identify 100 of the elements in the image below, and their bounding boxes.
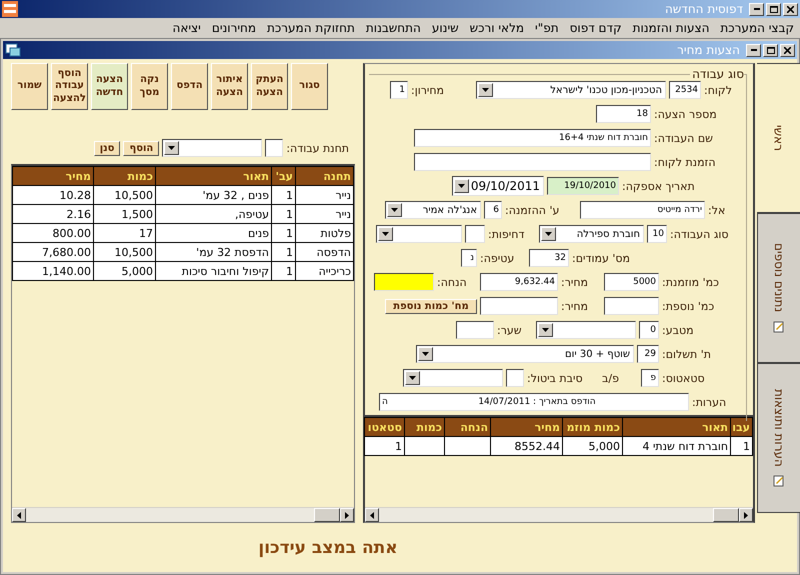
dropdown-button[interactable] bbox=[387, 203, 402, 217]
dropdown-field[interactable] bbox=[376, 225, 462, 243]
toolbar-button[interactable]: נקה מסך bbox=[131, 63, 168, 110]
input-field[interactable] bbox=[480, 297, 558, 315]
right-arrow-icon[interactable] bbox=[345, 512, 349, 518]
horizontal-scrollbar[interactable] bbox=[365, 507, 753, 522]
left-arrow-icon[interactable] bbox=[17, 512, 21, 518]
field-label: תחנת עבודה: bbox=[286, 142, 349, 154]
field-label: מטבע: bbox=[662, 324, 695, 336]
input-field[interactable]: ירדה מייטיס bbox=[580, 201, 705, 219]
dropdown-field[interactable]: חוברת ספירלה bbox=[539, 225, 644, 243]
scroll-thumb[interactable] bbox=[314, 508, 340, 522]
table-cell: הדפסת 32 עמ' bbox=[156, 242, 272, 262]
toolbar-button[interactable]: שמור bbox=[11, 63, 48, 110]
input-field[interactable] bbox=[465, 225, 485, 243]
minimize-button[interactable] bbox=[746, 44, 761, 56]
side-tab[interactable]: נתונים נוספים bbox=[757, 213, 800, 363]
dropdown-field[interactable]: שוטף + 30 יום bbox=[416, 345, 634, 363]
input-field[interactable]: 19/10/2010 bbox=[547, 177, 619, 195]
close-button[interactable] bbox=[780, 44, 795, 56]
input-field[interactable]: 6 bbox=[484, 201, 502, 219]
table-cell: 1 bbox=[272, 242, 296, 262]
menu-item[interactable]: שינוע bbox=[432, 21, 459, 35]
document-icon bbox=[773, 320, 785, 333]
toolbar-button[interactable]: איתור הצעה bbox=[211, 63, 248, 110]
column-header: הנחה bbox=[444, 418, 490, 436]
menu-item[interactable]: קבצי המערכת bbox=[720, 21, 794, 35]
input-field[interactable] bbox=[506, 369, 524, 387]
toolbar-button[interactable]: סגור bbox=[291, 63, 328, 110]
input-field[interactable]: 1 bbox=[390, 81, 408, 99]
input-field[interactable] bbox=[604, 297, 659, 315]
table-cell: 1 bbox=[272, 224, 296, 242]
input-field[interactable]: 18 bbox=[596, 105, 651, 123]
menu-item[interactable]: תחזוקת המערכת bbox=[267, 21, 355, 35]
dropdown-field[interactable] bbox=[536, 321, 636, 339]
dropdown-field[interactable]: הטכניון-מכון טכנו' לישראל bbox=[476, 81, 666, 99]
dropdown-button[interactable] bbox=[454, 179, 469, 193]
input-field[interactable]: הודפס בתאריך : 14/07/2011 ה bbox=[379, 393, 689, 411]
side-tab[interactable]: הערות ותוצאות bbox=[757, 363, 800, 513]
table-cell: נייר bbox=[296, 204, 354, 224]
field-label: מחיר: bbox=[561, 276, 590, 288]
input-field[interactable] bbox=[414, 153, 651, 171]
right-arrow-icon[interactable] bbox=[744, 512, 748, 518]
minimize-icon bbox=[754, 8, 760, 10]
input-field[interactable]: 9,632.44 bbox=[480, 273, 558, 291]
field-label: פ/ב bbox=[602, 372, 620, 384]
input-field[interactable]: פ bbox=[641, 369, 659, 387]
dropdown-field[interactable] bbox=[162, 139, 262, 157]
field-label: שם העבודה: bbox=[654, 132, 714, 144]
dropdown-field[interactable]: אנג'לה אמיר bbox=[385, 201, 481, 219]
dropdown-button[interactable] bbox=[418, 347, 433, 361]
input-field[interactable]: 5000 bbox=[604, 273, 659, 291]
menu-item[interactable]: תפ"י bbox=[535, 21, 559, 35]
input-field[interactable]: 10 bbox=[647, 225, 667, 243]
toolbar-button[interactable]: הצעה חדשה bbox=[91, 63, 128, 110]
column-header: כמות bbox=[94, 166, 156, 186]
toolbar-button[interactable]: העתק הצעה bbox=[251, 63, 288, 110]
input-field[interactable] bbox=[374, 273, 434, 291]
dropdown-button[interactable] bbox=[478, 83, 493, 97]
caret-icon bbox=[382, 232, 389, 236]
input-field[interactable]: 2534 bbox=[669, 81, 701, 99]
dropdown-button[interactable] bbox=[164, 141, 180, 155]
table-cell: 1 bbox=[730, 436, 752, 456]
station-button[interactable]: הוסף bbox=[123, 140, 160, 156]
left-arrow-icon[interactable] bbox=[370, 512, 374, 518]
menu-item[interactable]: הצעות והזמנות bbox=[632, 21, 710, 35]
extra-quantity-button[interactable]: מח' כמות נוספת bbox=[385, 298, 477, 314]
column-header: תאור bbox=[156, 166, 272, 186]
maximize-button[interactable] bbox=[766, 2, 781, 16]
scroll-thumb[interactable] bbox=[713, 508, 739, 522]
input-field[interactable]: חוברת דוח שנתי 16+4 bbox=[414, 129, 651, 147]
maximize-button[interactable] bbox=[763, 44, 778, 56]
menu-item[interactable]: קדם דפוס bbox=[570, 21, 622, 35]
menu-item[interactable]: יציאה bbox=[172, 21, 201, 35]
input-field[interactable] bbox=[456, 321, 494, 339]
dropdown-button[interactable] bbox=[538, 323, 553, 337]
column-header: עבו bbox=[730, 418, 752, 436]
menu-item[interactable]: מחירונים bbox=[212, 21, 256, 35]
dropdown-button[interactable] bbox=[405, 371, 420, 385]
station-button[interactable]: סנן bbox=[94, 140, 120, 156]
date-picker[interactable]: 09/10/2011 bbox=[452, 176, 544, 196]
dropdown-field[interactable] bbox=[403, 369, 503, 387]
toolbar-button[interactable]: הוסף עבודה להצעה bbox=[51, 63, 88, 110]
horizontal-scrollbar[interactable] bbox=[12, 507, 354, 522]
input-field[interactable]: 32 bbox=[529, 249, 569, 267]
dropdown-button[interactable] bbox=[378, 227, 393, 241]
table-cell: פלטות bbox=[296, 224, 354, 242]
close-button[interactable] bbox=[783, 2, 798, 16]
input-field[interactable]: נ bbox=[461, 249, 477, 267]
menu-item[interactable]: התחשבנות bbox=[366, 21, 421, 35]
table-cell: 1 bbox=[272, 262, 296, 280]
side-tab[interactable]: ראשי bbox=[757, 63, 800, 213]
input-field[interactable] bbox=[265, 139, 284, 157]
table-cell: 800.00 bbox=[12, 224, 94, 242]
input-field[interactable]: 29 bbox=[637, 345, 659, 363]
input-field[interactable]: 0 bbox=[639, 321, 659, 339]
menu-item[interactable]: מלאי ורכש bbox=[470, 21, 524, 35]
toolbar-button[interactable]: הדפס bbox=[171, 63, 208, 110]
dropdown-button[interactable] bbox=[541, 227, 556, 241]
minimize-button[interactable] bbox=[749, 2, 764, 16]
